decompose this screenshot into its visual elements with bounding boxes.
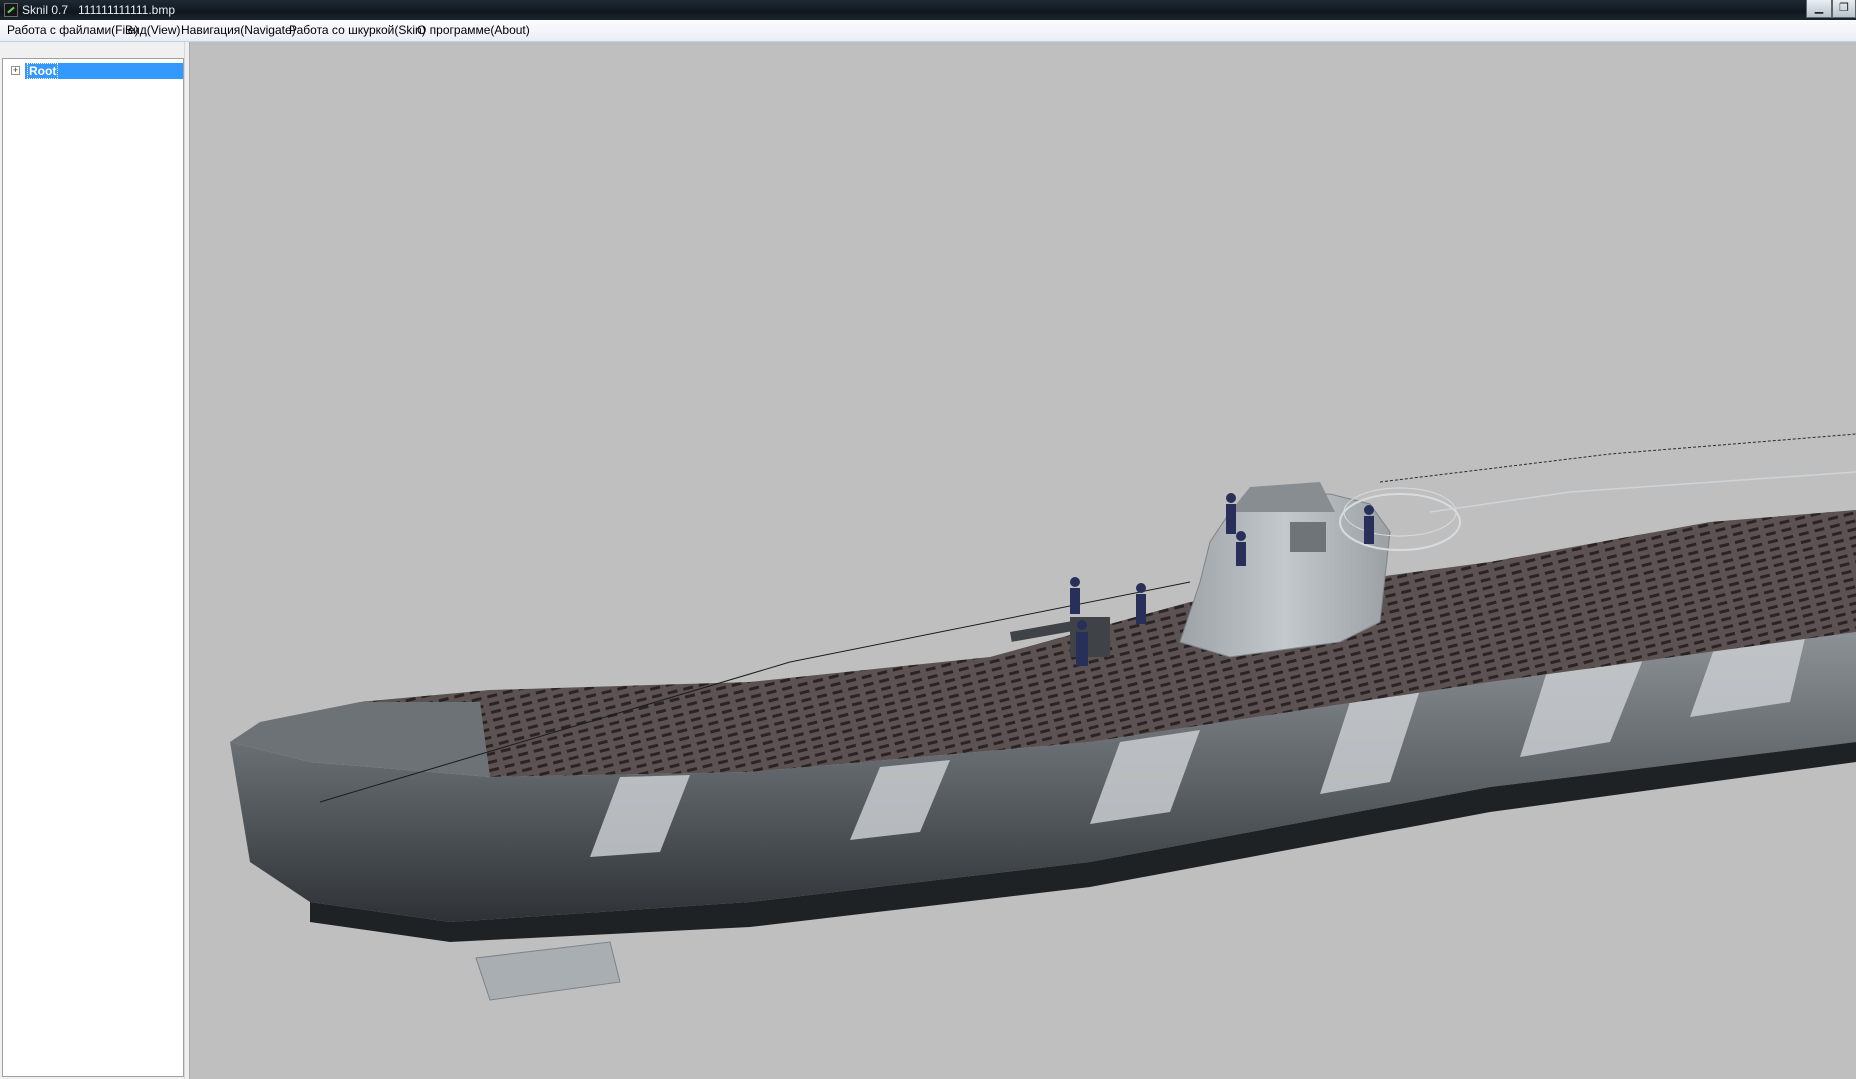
3d-viewport[interactable] bbox=[190, 42, 1856, 1079]
plus-box-icon[interactable]: + bbox=[11, 66, 20, 75]
menu-bar: Работа с файлами(File) Вид(View) Навигац… bbox=[0, 20, 1856, 42]
maximize-button[interactable]: ❐ bbox=[1832, 0, 1856, 18]
app-icon[interactable] bbox=[4, 3, 18, 17]
menu-about[interactable]: О программе(About) bbox=[410, 20, 537, 41]
minimize-button[interactable]: ▁ bbox=[1806, 0, 1832, 18]
tree-node-root[interactable]: + Root bbox=[9, 63, 183, 79]
antenna-wire bbox=[1379, 433, 1856, 483]
scene-tree[interactable]: + Root bbox=[2, 58, 184, 1077]
dive-plane bbox=[475, 941, 621, 1001]
tree-node-label[interactable]: Root bbox=[25, 63, 183, 79]
tree-node-root-text: Root bbox=[27, 63, 59, 79]
title-bar[interactable]: Sknil 0.7 111111111111.bmp ▁ ❐ bbox=[0, 0, 1856, 20]
client-area: + Root bbox=[0, 42, 1856, 1079]
window-title: Sknil 0.7 111111111111.bmp bbox=[22, 3, 175, 17]
app-window: Sknil 0.7 111111111111.bmp ▁ ❐ Работа с … bbox=[0, 0, 1856, 1079]
submarine-3d-model bbox=[230, 433, 1856, 1001]
railing bbox=[1429, 471, 1856, 513]
